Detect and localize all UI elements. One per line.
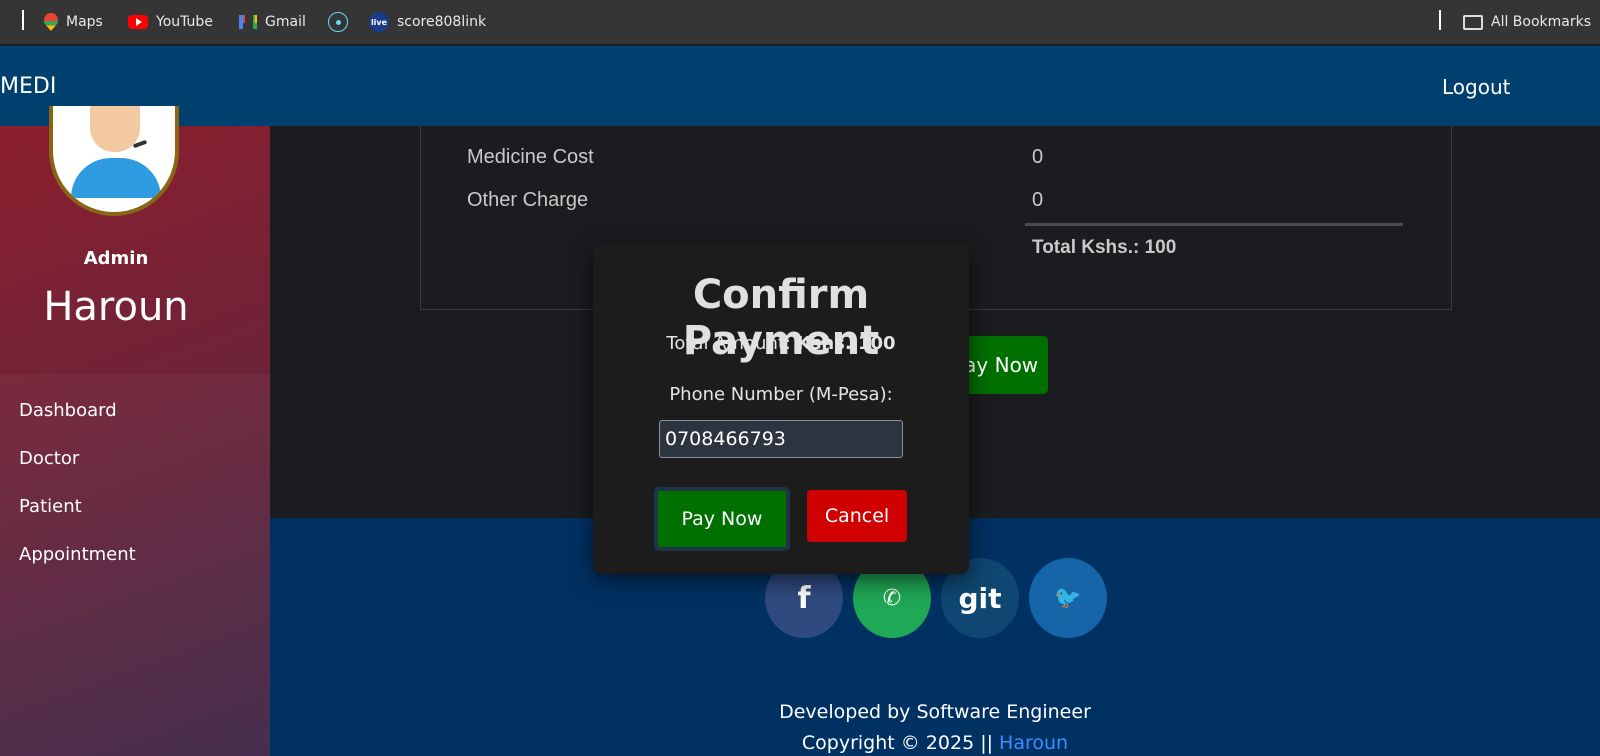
bookmark-gmail[interactable]: Gmail [239, 0, 306, 44]
gmail-icon [239, 15, 257, 29]
maps-icon [44, 13, 58, 31]
medicine-cost-value: 0 [1032, 146, 1044, 168]
react-icon [328, 12, 348, 32]
total-divider [1025, 223, 1403, 226]
modal-pay-now-button[interactable]: Pay Now [654, 487, 790, 551]
avatar [49, 106, 179, 216]
sidebar-item-dashboard[interactable]: Dashboard [19, 400, 117, 421]
bookmark-maps[interactable]: Maps [44, 0, 103, 44]
folder-icon [1463, 14, 1483, 30]
sidebar: Admin Haroun Dashboard Doctor Patient Ap… [0, 106, 270, 756]
avatar-shirt [71, 158, 161, 198]
bookmarks-bar: Maps YouTube Gmail live score808link All… [0, 0, 1600, 44]
bookmark-label: score808link [397, 14, 487, 30]
other-charge-label: Other Charge [467, 189, 589, 211]
copyright-prefix: Copyright © 2025 || [801, 732, 1000, 754]
bill-total: Total Kshs.: 100 [1032, 237, 1177, 258]
other-charge-value: 0 [1032, 189, 1044, 211]
all-bookmarks-label: All Bookmarks [1491, 14, 1592, 30]
bookmarks-separator [1439, 10, 1441, 30]
total-amount-value: Kshs. 100 [796, 333, 896, 354]
developed-by-text: Developed by Software Engineer [779, 701, 1091, 723]
sidebar-item-appointment[interactable]: Appointment [19, 544, 136, 565]
live-icon: live [369, 12, 389, 32]
copyright-text: Copyright © 2025 || Haroun [270, 732, 1600, 754]
bookmark-youtube[interactable]: YouTube [128, 0, 213, 44]
modal-cancel-button[interactable]: Cancel [807, 490, 907, 542]
phone-number-input[interactable] [659, 420, 903, 458]
top-navbar: MEDI Logout [0, 46, 1600, 126]
logout-link[interactable]: Logout [1442, 75, 1510, 99]
confirm-payment-modal: Confirm Payment Total Amount: Kshs. 100 … [593, 244, 969, 574]
total-amount-label: Total Amount: [666, 333, 797, 354]
bookmark-label: YouTube [156, 14, 213, 30]
bookmark-score808link[interactable]: live score808link [369, 0, 486, 44]
bookmark-react[interactable] [328, 0, 348, 44]
sidebar-item-doctor[interactable]: Doctor [19, 448, 79, 469]
all-bookmarks-button[interactable]: All Bookmarks [1463, 0, 1591, 44]
phone-number-label: Phone Number (M-Pesa): [669, 384, 893, 405]
sidebar-menu: Dashboard Doctor Patient Appointment [0, 374, 270, 756]
bookmark-label: Maps [66, 14, 103, 30]
apps-grid-icon[interactable] [0, 12, 6, 30]
youtube-icon [128, 15, 148, 29]
twitter-icon[interactable]: 🐦 [1029, 558, 1107, 638]
bookmark-label: Gmail [265, 14, 306, 30]
total-amount-text: Total Amount: Kshs. 100 [593, 333, 969, 354]
bookmarks-separator [22, 10, 24, 30]
medicine-cost-label: Medicine Cost [467, 146, 594, 168]
user-role: Admin [83, 248, 149, 269]
sidebar-item-patient[interactable]: Patient [19, 496, 82, 517]
brand-logo-text[interactable]: MEDI [0, 74, 56, 99]
copyright-author-link[interactable]: Haroun [999, 732, 1068, 754]
profile-section: Admin Haroun [0, 106, 270, 374]
user-name: Haroun [43, 284, 189, 330]
